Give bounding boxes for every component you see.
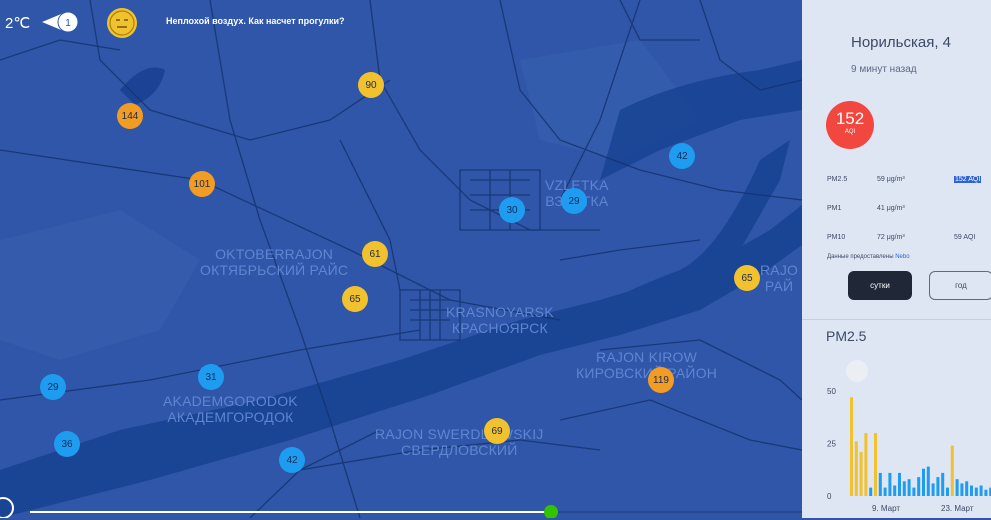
- pollutant-value: 41 μg/m³: [877, 205, 905, 212]
- chart-bar[interactable]: [864, 433, 868, 496]
- y-tick-label: 50: [827, 387, 836, 396]
- chart-bar[interactable]: [965, 481, 969, 496]
- timeline-handle[interactable]: [544, 505, 558, 518]
- aqi-marker[interactable]: 42: [669, 143, 695, 169]
- chart-bar[interactable]: [850, 397, 853, 496]
- chart-bar[interactable]: [907, 479, 911, 496]
- chart-bar[interactable]: [974, 487, 978, 496]
- aqi-badge: 152 AQI: [826, 101, 874, 149]
- locate-button[interactable]: 1: [40, 10, 82, 34]
- aqi-marker[interactable]: 119: [648, 367, 674, 393]
- navigation-arrow-icon: 1: [42, 11, 79, 33]
- chart-bar[interactable]: [970, 485, 973, 497]
- aqi-marker[interactable]: 69: [484, 418, 510, 444]
- pollutant-name: PM1: [827, 205, 842, 212]
- top-bar: 2℃ 1 Неплохой воздух. Как насчет прогулк…: [0, 0, 802, 44]
- temperature: 2℃: [5, 15, 31, 32]
- aqi-marker[interactable]: 29: [40, 374, 66, 400]
- district-label: RAJON SWERDLOWSKIJ СВЕРДЛОВСКИЙ: [375, 426, 544, 458]
- data-source: Данные предоставлены Nebo: [827, 254, 910, 260]
- chart-bar[interactable]: [946, 487, 949, 496]
- chart-bar[interactable]: [936, 477, 940, 496]
- aqi-marker[interactable]: 30: [499, 197, 525, 223]
- chart-bar[interactable]: [893, 485, 897, 497]
- y-tick-label: 25: [827, 440, 836, 449]
- district-label: OKTOBERRAJON ОКТЯБРЬСКИЙ РАЙС: [200, 246, 349, 278]
- chart-bar[interactable]: [869, 487, 873, 496]
- chart-title: PM2.5: [826, 328, 867, 344]
- pollutant-value: 59 μg/m³: [877, 176, 905, 183]
- tab-year[interactable]: год: [929, 271, 991, 300]
- divider: [802, 319, 991, 320]
- nav-count: 1: [65, 18, 71, 29]
- aqi-marker[interactable]: 42: [279, 447, 305, 473]
- district-label: AKADEMGORODOK АКАДЕМГОРОДОК: [163, 393, 298, 425]
- chart-bar[interactable]: [950, 445, 954, 496]
- chart-hover-dot: [846, 360, 868, 382]
- station-panel: Норильская, 4 9 минут назад 152 AQI PM2.…: [802, 0, 991, 518]
- district-label: RAJON KIROW КИРОВСКИЙ РАЙОН: [576, 349, 718, 381]
- chart-bar[interactable]: [931, 483, 935, 496]
- x-tick-label: 23. Март: [941, 504, 974, 513]
- chart-bar[interactable]: [979, 485, 983, 497]
- aqi-unit: AQI: [844, 129, 856, 135]
- aqi-marker[interactable]: 90: [358, 72, 384, 98]
- pollutant-name: PM2.5: [827, 176, 848, 183]
- chart-bar[interactable]: [955, 479, 959, 496]
- aqi-marker[interactable]: 36: [54, 431, 80, 457]
- chart-bar[interactable]: [874, 433, 877, 496]
- source-link[interactable]: Nebo: [895, 254, 909, 260]
- aqi-marker[interactable]: 31: [198, 364, 224, 390]
- chart-bar[interactable]: [960, 483, 964, 496]
- city-map[interactable]: OKTOBERRAJONОКТЯБРЬСКИЙ РАЙС VZLETKAВЗЛЕ…: [0, 0, 802, 518]
- tab-day[interactable]: сутки: [848, 271, 912, 300]
- x-tick-label: 9. Март: [872, 504, 900, 513]
- chart-bar[interactable]: [902, 481, 906, 496]
- updated-time: 9 минут назад: [851, 64, 917, 75]
- chart-bar[interactable]: [854, 441, 858, 496]
- district-label: RAJO РАЙ: [760, 262, 799, 294]
- chart-bar[interactable]: [912, 487, 916, 496]
- chart-bar[interactable]: [917, 477, 921, 496]
- chart-bar[interactable]: [984, 489, 988, 496]
- pollutant-aqi: 59 AQI: [954, 234, 976, 241]
- chart-bar[interactable]: [922, 468, 925, 496]
- chart-bar[interactable]: [926, 466, 930, 496]
- aqi-marker[interactable]: 65: [734, 265, 760, 291]
- aqi-marker[interactable]: 65: [342, 286, 368, 312]
- pm25-bar-chart: 0 25 50 9. Март 23. Март: [827, 360, 991, 513]
- air-quality-message: Неплохой воздух. Как насчет прогулки?: [166, 16, 345, 26]
- pollutant-name: PM10: [827, 234, 846, 241]
- chart-bar[interactable]: [898, 472, 901, 496]
- chart-bar[interactable]: [878, 472, 882, 496]
- aqi-marker[interactable]: 144: [117, 103, 143, 129]
- aqi-marker[interactable]: 61: [362, 241, 388, 267]
- aqi-marker[interactable]: 29: [561, 188, 587, 214]
- chart-bar[interactable]: [888, 472, 892, 496]
- station-name: Норильская, 4: [851, 34, 951, 51]
- chart-bar[interactable]: [859, 451, 863, 496]
- pollutant-aqi: 152 AQI: [954, 176, 982, 183]
- aqi-value: 152: [835, 109, 865, 128]
- district-label: KRASNOYARSK КРАСНОЯРСК: [446, 304, 554, 336]
- chart-bar[interactable]: [941, 472, 945, 496]
- y-tick-label: 0: [827, 492, 832, 501]
- neutral-face-icon: [107, 8, 137, 38]
- chart-bar[interactable]: [883, 487, 887, 496]
- aqi-marker[interactable]: 101: [189, 171, 215, 197]
- pollutant-value: 72 μg/m³: [877, 234, 905, 241]
